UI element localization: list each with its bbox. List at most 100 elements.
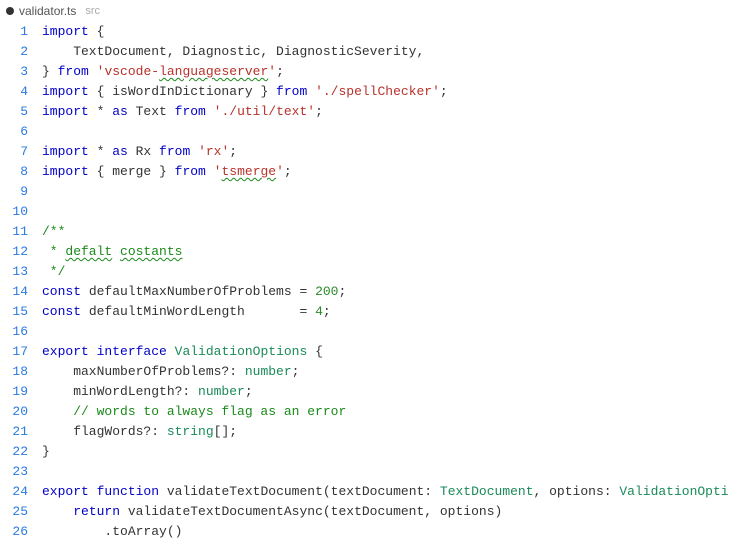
tab-directory: src — [85, 5, 100, 17]
line-number: 22 — [0, 442, 28, 462]
code-token: const — [42, 304, 81, 319]
code-line[interactable] — [42, 122, 736, 142]
code-line[interactable]: import * as Rx from 'rx'; — [42, 142, 736, 162]
line-number: 11 — [0, 222, 28, 242]
code-line[interactable]: .toArray() — [42, 522, 736, 542]
code-token: import — [42, 84, 89, 99]
code-token — [89, 344, 97, 359]
line-number: 4 — [0, 82, 28, 102]
code-token: 200 — [315, 284, 338, 299]
code-line[interactable]: export function validateTextDocument(tex… — [42, 482, 736, 502]
code-line[interactable]: */ — [42, 262, 736, 282]
editor-tab[interactable]: validator.ts src — [6, 4, 100, 18]
line-number: 23 — [0, 462, 28, 482]
modified-dot-icon — [6, 7, 14, 15]
code-token: const — [42, 284, 81, 299]
tab-bar: validator.ts src — [0, 0, 736, 22]
code-token — [89, 64, 97, 79]
line-number: 10 — [0, 202, 28, 222]
code-line[interactable]: const defaultMinWordLength = 4; — [42, 302, 736, 322]
code-content[interactable]: import { TextDocument, Diagnostic, Diagn… — [42, 22, 736, 542]
line-number: 15 — [0, 302, 28, 322]
line-number: 8 — [0, 162, 28, 182]
code-line[interactable]: /** — [42, 222, 736, 242]
line-number: 20 — [0, 402, 28, 422]
code-token: from — [175, 164, 206, 179]
code-token: maxNumberOfProblems?: — [42, 364, 245, 379]
code-token: TextDocument, Diagnostic, DiagnosticSeve… — [42, 44, 424, 59]
code-line[interactable]: import { isWordInDictionary } from './sp… — [42, 82, 736, 102]
code-token: defaultMaxNumberOfProblems = — [81, 284, 315, 299]
line-number: 13 — [0, 262, 28, 282]
code-token: { isWordInDictionary } — [89, 84, 276, 99]
line-number: 25 — [0, 502, 28, 522]
code-line[interactable]: return validateTextDocumentAsync(textDoc… — [42, 502, 736, 522]
line-number: 1 — [0, 22, 28, 42]
code-line[interactable]: * defalt costants — [42, 242, 736, 262]
code-token: * — [89, 144, 112, 159]
line-number: 18 — [0, 362, 28, 382]
line-number: 19 — [0, 382, 28, 402]
code-line[interactable]: maxNumberOfProblems?: number; — [42, 362, 736, 382]
code-token: languageserver — [159, 64, 268, 79]
code-token: ; — [229, 144, 237, 159]
code-token — [206, 164, 214, 179]
code-token: import — [42, 144, 89, 159]
code-token: /** — [42, 224, 65, 239]
code-token: ; — [440, 84, 448, 99]
editor-area[interactable]: 1234567891011121314151617181920212223242… — [0, 22, 736, 547]
code-token — [112, 244, 120, 259]
code-token: Rx — [128, 144, 159, 159]
code-token: export — [42, 344, 89, 359]
code-token: ValidationOpti — [619, 484, 728, 499]
code-line[interactable]: export interface ValidationOptions { — [42, 342, 736, 362]
code-token: from — [58, 64, 89, 79]
code-token: { — [89, 24, 105, 39]
code-line[interactable]: minWordLength?: number; — [42, 382, 736, 402]
code-token: * — [42, 244, 65, 259]
line-number: 2 — [0, 42, 28, 62]
code-line[interactable] — [42, 182, 736, 202]
code-token: defaultMinWordLength = — [81, 304, 315, 319]
code-line[interactable]: import { — [42, 22, 736, 42]
code-line[interactable]: const defaultMaxNumberOfProblems = 200; — [42, 282, 736, 302]
line-number: 3 — [0, 62, 28, 82]
code-token: ; — [323, 304, 331, 319]
code-token: ; — [292, 364, 300, 379]
code-token: defalt — [65, 244, 112, 259]
code-line[interactable] — [42, 322, 736, 342]
code-token — [206, 104, 214, 119]
code-token — [89, 484, 97, 499]
code-token: tsmerge — [221, 164, 276, 179]
code-token: from — [175, 104, 206, 119]
code-line[interactable]: // words to always flag as an error — [42, 402, 736, 422]
code-token: function — [97, 484, 159, 499]
line-number: 17 — [0, 342, 28, 362]
code-token: ValidationOptions — [175, 344, 308, 359]
tab-filename: validator.ts — [19, 4, 76, 18]
code-token: validateTextDocumentAsync(textDocument, … — [120, 504, 502, 519]
line-number: 7 — [0, 142, 28, 162]
code-token: import — [42, 24, 89, 39]
code-token: './spellChecker' — [315, 84, 440, 99]
code-line[interactable]: import * as Text from './util/text'; — [42, 102, 736, 122]
code-line[interactable]: } from 'vscode-languageserver'; — [42, 62, 736, 82]
code-token: flagWords?: — [42, 424, 167, 439]
code-token: import — [42, 164, 89, 179]
line-number: 16 — [0, 322, 28, 342]
code-token: */ — [42, 264, 65, 279]
code-token — [190, 144, 198, 159]
code-line[interactable]: import { merge } from 'tsmerge'; — [42, 162, 736, 182]
code-token: ' — [268, 64, 276, 79]
code-line[interactable]: } — [42, 442, 736, 462]
code-token: number — [198, 384, 245, 399]
code-line[interactable] — [42, 202, 736, 222]
line-number-gutter: 1234567891011121314151617181920212223242… — [0, 22, 42, 547]
code-line[interactable]: TextDocument, Diagnostic, DiagnosticSeve… — [42, 42, 736, 62]
code-token: interface — [97, 344, 167, 359]
code-token: validateTextDocument(textDocument: — [159, 484, 440, 499]
line-number: 12 — [0, 242, 28, 262]
code-line[interactable]: flagWords?: string[]; — [42, 422, 736, 442]
code-line[interactable] — [42, 462, 736, 482]
line-number: 21 — [0, 422, 28, 442]
